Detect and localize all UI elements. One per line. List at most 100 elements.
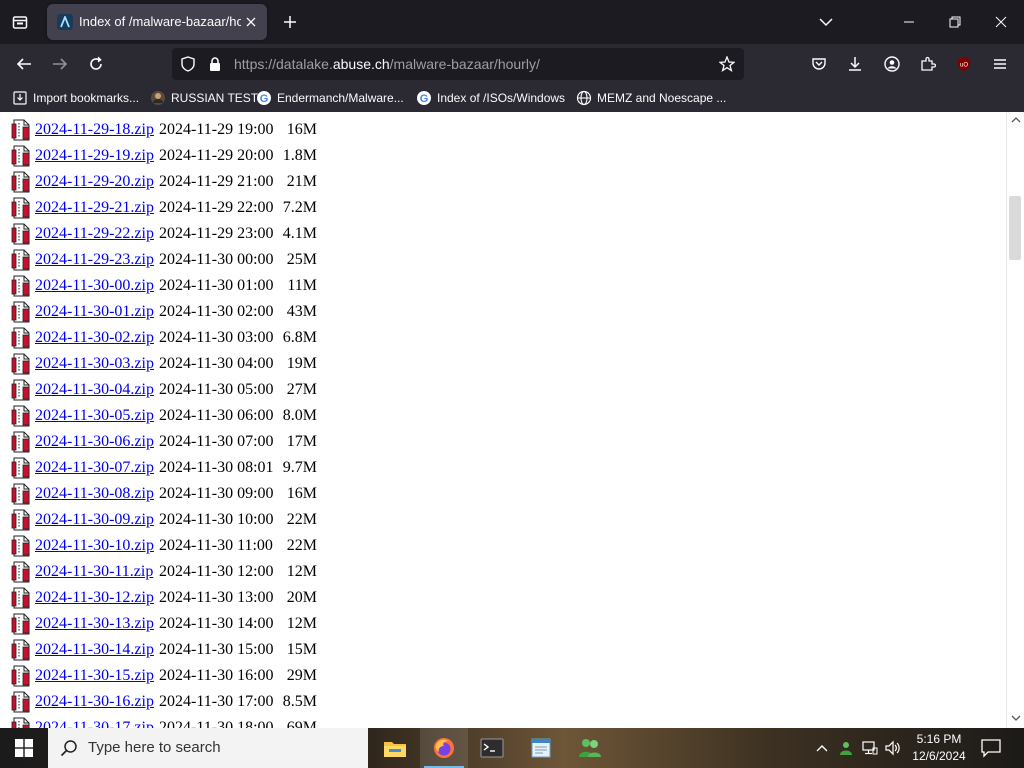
restore-icon[interactable] (932, 0, 978, 44)
scrollbar-thumb[interactable] (1009, 196, 1021, 260)
network-icon[interactable] (862, 740, 878, 756)
file-link[interactable]: 2024-11-29-20.zip (35, 173, 154, 191)
people-icon[interactable] (566, 728, 614, 768)
chevron-up-icon[interactable] (814, 740, 830, 756)
close-tab-icon[interactable] (243, 14, 259, 30)
lock-icon[interactable] (207, 56, 223, 72)
bookmark-isos-windows[interactable]: G Index of /ISOs/Windows (416, 90, 565, 106)
listing-row: 2024-11-30-00.zip 2024-11-30 01:00 11M (0, 273, 1000, 299)
file-link[interactable]: 2024-11-30-08.zip (35, 485, 154, 503)
file-link[interactable]: 2024-11-30-09.zip (35, 511, 154, 529)
forward-icon[interactable] (45, 49, 75, 79)
tab-active[interactable]: Index of /malware-bazaar/hourly/ (47, 4, 267, 40)
file-link[interactable]: 2024-11-29-21.zip (35, 199, 154, 217)
menu-icon[interactable] (985, 49, 1015, 79)
compressed-file-icon (11, 483, 31, 505)
file-link[interactable]: 2024-11-29-22.zip (35, 225, 154, 243)
listing-row: 2024-11-30-05.zip 2024-11-30 06:00 8.0M (0, 403, 1000, 429)
file-modified-date: 2024-11-29 22:00 (159, 199, 274, 216)
taskbar-search-box[interactable]: Type here to search (48, 728, 368, 768)
pocket-icon[interactable] (804, 49, 834, 79)
file-link[interactable]: 2024-11-30-04.zip (35, 381, 154, 399)
notepad-icon[interactable] (517, 728, 565, 768)
file-size: 17M (286, 433, 317, 450)
volume-icon[interactable] (885, 740, 901, 756)
reload-icon[interactable] (81, 49, 111, 79)
compressed-file-icon (11, 197, 31, 219)
scroll-up-icon[interactable] (1009, 114, 1023, 126)
file-link[interactable]: 2024-11-30-10.zip (35, 537, 154, 555)
bookmark-label: Index of /ISOs/Windows (437, 91, 566, 105)
file-link[interactable]: 2024-11-30-15.zip (35, 667, 154, 685)
file-link[interactable]: 2024-11-30-07.zip (35, 459, 154, 477)
file-modified-date: 2024-11-30 03:00 (159, 329, 274, 346)
file-link[interactable]: 2024-11-30-17.zip (35, 719, 154, 728)
file-explorer-icon[interactable] (371, 728, 419, 768)
file-size: 7.2M (282, 199, 317, 216)
file-modified-date: 2024-11-30 17:00 (159, 693, 274, 710)
new-tab-icon[interactable] (276, 8, 304, 36)
chevron-down-icon[interactable] (812, 8, 840, 36)
people-tray-icon[interactable] (838, 740, 854, 756)
system-clock[interactable]: 5:16 PM 12/6/2024 (908, 731, 970, 765)
file-link[interactable]: 2024-11-30-14.zip (35, 641, 154, 659)
firefox-icon[interactable] (420, 728, 468, 768)
back-icon[interactable] (9, 49, 39, 79)
url-path: /malware-bazaar/hourly/ (389, 56, 540, 72)
terminal-icon[interactable] (468, 728, 516, 768)
file-size: 69M (286, 719, 317, 728)
address-bar[interactable]: https://datalake.abuse.ch/malware-bazaar… (172, 48, 744, 80)
file-size: 9.7M (282, 459, 317, 476)
abuse-ch-favicon-icon (57, 14, 73, 30)
listing-row: 2024-11-30-09.zip 2024-11-30 10:00 22M (0, 507, 1000, 533)
close-window-icon[interactable] (978, 0, 1024, 44)
vertical-scrollbar[interactable] (1006, 112, 1024, 728)
ublock-origin-icon[interactable]: uO (949, 49, 979, 79)
listing-row: 2024-11-30-16.zip 2024-11-30 17:00 8.5M (0, 689, 1000, 715)
svg-text:G: G (420, 93, 429, 105)
clock-time: 5:16 PM (916, 732, 962, 746)
listing-row: 2024-11-29-23.zip 2024-11-30 00:00 25M (0, 247, 1000, 273)
listing-row: 2024-11-30-17.zip 2024-11-30 18:00 69M (0, 715, 1000, 728)
bookmark-label: RUSSIAN TEST (171, 91, 259, 105)
file-link[interactable]: 2024-11-30-03.zip (35, 355, 154, 373)
file-link[interactable]: 2024-11-30-00.zip (35, 277, 154, 295)
scroll-down-icon[interactable] (1009, 712, 1023, 724)
listing-row: 2024-11-29-18.zip 2024-11-29 19:00 16M (0, 117, 1000, 143)
bookmark-star-icon[interactable] (719, 56, 735, 72)
file-link[interactable]: 2024-11-29-23.zip (35, 251, 154, 269)
notifications-icon[interactable] (980, 738, 1002, 758)
file-link[interactable]: 2024-11-29-19.zip (35, 147, 154, 165)
file-size: 25M (286, 251, 317, 268)
bookmark-russian-test[interactable]: RUSSIAN TEST (150, 90, 258, 106)
file-link[interactable]: 2024-11-30-13.zip (35, 615, 154, 633)
file-link[interactable]: 2024-11-30-06.zip (35, 433, 154, 451)
file-link[interactable]: 2024-11-30-02.zip (35, 329, 154, 347)
file-link[interactable]: 2024-11-30-12.zip (35, 589, 154, 607)
file-modified-date: 2024-11-30 09:00 (159, 485, 274, 502)
bookmark-import[interactable]: Import bookmarks... (12, 90, 139, 106)
tracking-protection-shield-icon[interactable] (180, 56, 196, 72)
file-link[interactable]: 2024-11-30-16.zip (35, 693, 154, 711)
windows-start-icon[interactable] (0, 728, 48, 768)
import-icon (12, 90, 28, 106)
minimize-icon[interactable] (886, 0, 932, 44)
file-modified-date: 2024-11-30 00:00 (159, 251, 274, 268)
firefox-view-icon[interactable] (6, 8, 34, 36)
compressed-file-icon (11, 535, 31, 557)
downloads-icon[interactable] (840, 49, 870, 79)
file-link[interactable]: 2024-11-30-05.zip (35, 407, 154, 425)
bookmark-memz[interactable]: MEMZ and Noescape ... (576, 90, 726, 106)
avatar-icon (150, 90, 166, 106)
file-link[interactable]: 2024-11-29-18.zip (35, 121, 154, 139)
file-link[interactable]: 2024-11-30-01.zip (35, 303, 154, 321)
compressed-file-icon (11, 691, 31, 713)
compressed-file-icon (11, 327, 31, 349)
file-size: 19M (286, 355, 317, 372)
file-link[interactable]: 2024-11-30-11.zip (35, 563, 153, 581)
account-icon[interactable] (877, 49, 907, 79)
extensions-icon[interactable] (913, 49, 943, 79)
bookmark-endermanch[interactable]: G Endermanch/Malware... (256, 90, 404, 106)
file-modified-date: 2024-11-29 20:00 (159, 147, 274, 164)
compressed-file-icon (11, 613, 31, 635)
